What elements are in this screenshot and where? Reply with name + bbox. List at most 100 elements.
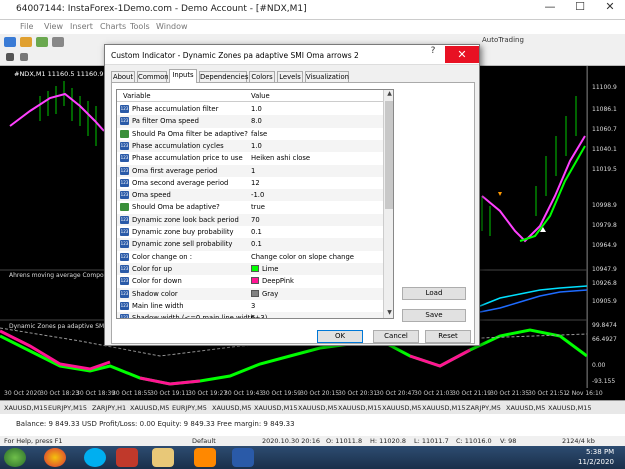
status-bar: For Help, press F1 Default 2020.10.30 20… [0,436,625,446]
input-row[interactable]: 123 Color change on : Change color on slop… [117,251,383,263]
param-value[interactable]: false [251,130,267,138]
input-row[interactable]: 123 Dynamic zone sell probability 0.1 [117,238,383,251]
symbol-tab[interactable]: XAUUSD,M5 [506,404,545,412]
folder-icon[interactable] [152,448,174,467]
symbol-tab[interactable]: XAUUSD,M5 [130,404,169,412]
scroll-down-icon[interactable]: ▼ [384,309,393,318]
save-button[interactable]: Save [402,309,466,322]
param-value[interactable]: 70 [251,216,260,224]
input-row[interactable]: 123 Dynamic zone buy probability 0.1 [117,226,383,238]
tab-about[interactable]: About [111,71,135,82]
param-value[interactable]: 8.0 [251,117,262,125]
param-value[interactable]: 0.1 [251,228,262,236]
input-row[interactable]: 123 Color for down DeepPink [117,275,383,287]
symbol-tab[interactable]: EURJPY,M5 [172,404,207,412]
grid-scrollbar[interactable]: ▲ ▼ [383,90,393,318]
param-name: Shadow color [132,289,178,298]
input-row[interactable]: 123 Color for up Lime [117,262,383,276]
balance-text: Balance: 9 849.33 USD Profit/Loss: 0.00 … [16,420,295,428]
symbol-tab[interactable]: ZARJPY,M5 [466,404,501,412]
symbol-tab[interactable]: EURJPY,M15 [48,404,87,412]
minimize-button[interactable]: — [535,0,565,18]
symbol-tab[interactable]: XAUUSD,M15 [4,404,48,412]
tab-dependencies[interactable]: Dependencies [199,71,248,82]
time-tick: 30 Oct 20:15 [300,390,340,397]
input-row[interactable]: 123 Shadow color Gray [117,287,383,300]
input-row[interactable]: 123 Phase accumulation price to use Heiken… [117,152,383,164]
profiles-icon[interactable] [36,37,48,47]
param-value[interactable]: Gray [251,289,278,298]
input-row[interactable]: 123 Phase accumulation cycles 1.0 [117,139,383,153]
input-row[interactable]: 123 Shadow width (<=0 main line width+3) 6 [117,312,383,318]
new-chart-icon[interactable] [4,37,16,47]
chrome-icon[interactable] [44,448,66,467]
help-button[interactable]: ? [423,46,443,63]
param-value[interactable]: 0.1 [251,240,262,248]
close-button[interactable]: ✕ [595,0,625,18]
menu-window[interactable]: Window [156,22,188,31]
input-row[interactable]: 123 Oma second average period 12 [117,177,383,189]
tab-inputs[interactable]: Inputs [169,69,197,83]
num-param-icon: 123 [120,277,129,286]
scroll-up-icon[interactable]: ▲ [384,90,393,100]
app-icon[interactable] [116,448,138,467]
param-value[interactable]: true [251,203,265,211]
input-row[interactable]: 123 Pa filter Oma speed 8.0 [117,115,383,128]
symbol-tab[interactable]: XAUUSD,M15 [548,404,592,412]
param-value-text: 1.0 [251,141,262,150]
param-value[interactable]: 1 [251,167,255,175]
navigator-icon[interactable] [52,37,64,47]
tab-visualization[interactable]: Visualization [305,71,349,82]
symbol-tab[interactable]: XAUUSD,M5 [212,404,251,412]
cancel-button[interactable]: Cancel [373,330,419,343]
scroll-thumb[interactable] [385,101,393,209]
param-value[interactable]: Change color on slope change [251,253,354,261]
autotrading-button[interactable]: AutoTrading [482,36,524,44]
input-row[interactable]: 123 Main line width 3 [117,300,383,312]
load-button[interactable]: Load [402,287,466,300]
symbol-tab[interactable]: XAUUSD,M15 [422,404,466,412]
skype-icon[interactable] [84,448,106,467]
param-value[interactable]: 1.0 [251,105,262,113]
time-tick: 30 Oct 21:35 [490,390,530,397]
menu-tools[interactable]: Tools [130,22,150,31]
input-row[interactable]: 123 Oma first average period 1 [117,164,383,177]
vlc-icon[interactable] [194,448,216,467]
input-row[interactable]: 123 Oma speed -1.0 [117,189,383,202]
ok-button[interactable]: OK [317,330,363,343]
param-value[interactable]: DeepPink [251,277,294,285]
symbol-tab[interactable]: ZARJPY,H1 [92,404,126,412]
input-row[interactable]: 123 Phase accumulation filter 1.0 [117,103,383,115]
param-name: Color change on : [132,252,192,261]
input-row[interactable]: Should Oma be adaptive? true [117,201,383,213]
start-icon[interactable] [4,448,26,467]
param-value[interactable]: Heiken ashi close [251,154,310,162]
menu-file[interactable]: File [20,22,33,31]
crosshair-icon[interactable] [20,53,28,61]
num-param-icon: 123 [120,166,129,175]
symbol-tab[interactable]: XAUUSD,M5 [382,404,421,412]
reset-button[interactable]: Reset [425,330,471,343]
input-row[interactable]: Should Pa Oma filter be adaptive? false [117,128,383,140]
menu-view[interactable]: View [44,22,63,31]
param-value[interactable]: 6 [251,314,255,318]
maximize-button[interactable]: ☐ [565,0,595,18]
param-value[interactable]: 12 [251,179,260,187]
tab-colors[interactable]: Colors [249,71,275,82]
tab-common[interactable]: Common [137,71,169,82]
open-icon[interactable] [20,37,32,47]
dialog-close-button[interactable]: ✕ [445,46,479,63]
param-value[interactable]: Lime [251,264,278,273]
cursor-icon[interactable] [6,53,14,61]
symbol-tab[interactable]: XAUUSD,M15 [254,404,298,412]
menu-insert[interactable]: Insert [70,22,93,31]
param-value[interactable]: 3 [251,302,255,310]
param-value[interactable]: -1.0 [251,191,264,199]
metatrader-icon[interactable] [232,448,254,467]
param-value[interactable]: 1.0 [251,142,262,150]
symbol-tab[interactable]: XAUUSD,M15 [338,404,382,412]
symbol-tab[interactable]: XAUUSD,M5 [298,404,337,412]
tab-levels[interactable]: Levels [277,71,303,82]
input-row[interactable]: 123 Dynamic zone look back period 70 [117,213,383,226]
menu-charts[interactable]: Charts [100,22,126,31]
